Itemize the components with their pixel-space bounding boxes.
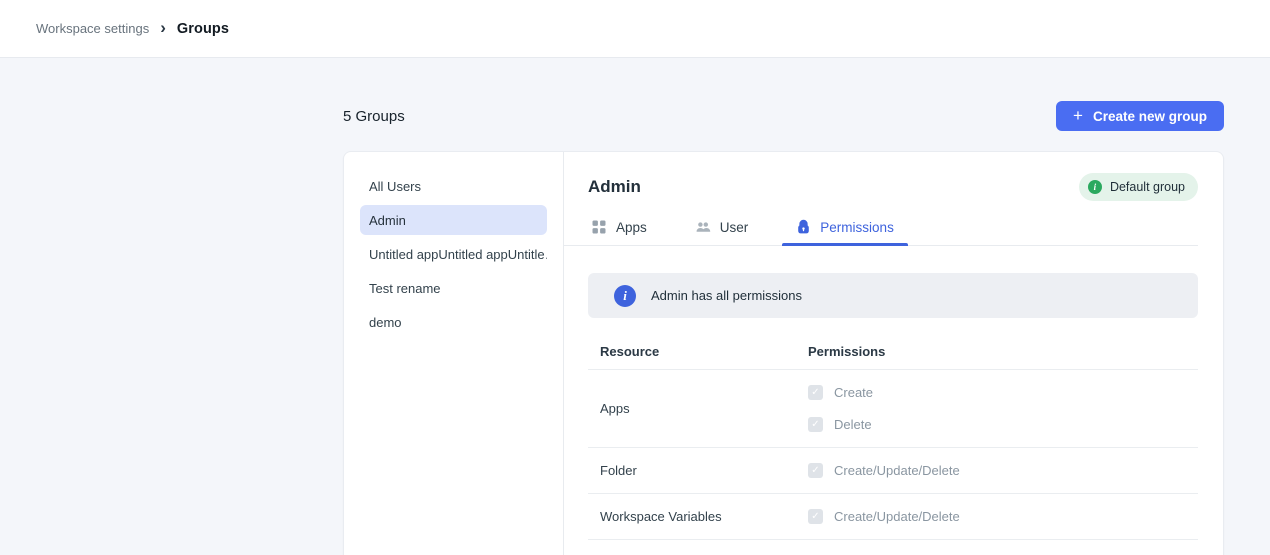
checkbox-label-folder-cud: Create/Update/Delete (834, 463, 960, 478)
groups-toolbar: 5 Groups + Create new group (343, 101, 1224, 131)
lock-icon (796, 219, 811, 235)
resource-label-workspace-variables: Workspace Variables (588, 509, 808, 524)
info-icon-blue: i (614, 285, 636, 307)
permissions-table-header: Resource Permissions (588, 318, 1198, 370)
table-row-folder: Folder ✓ Create/Update/Delete (588, 448, 1198, 494)
group-detail-header: Admin i Default group (588, 173, 1198, 201)
column-header-permissions: Permissions (808, 344, 1198, 359)
default-group-badge-label: Default group (1110, 180, 1185, 194)
chevron-right-icon: › (160, 19, 166, 36)
table-row-workspace-variables: Workspace Variables ✓ Create/Update/Dele… (588, 494, 1198, 540)
checkbox-label-create: Create (834, 385, 873, 400)
checkbox-label-delete: Delete (834, 417, 872, 432)
checkbox-workspace-variables-cud[interactable]: ✓ (808, 509, 823, 524)
group-title: Admin (588, 177, 641, 197)
default-group-badge: i Default group (1079, 173, 1198, 201)
create-new-group-label: Create new group (1093, 109, 1207, 124)
groups-card: All Users Admin Untitled appUntitled app… (343, 151, 1224, 555)
plus-icon: + (1073, 107, 1083, 124)
table-row-apps: Apps ✓ Create ✓ Delete (588, 370, 1198, 448)
groups-count-label: 5 Groups (343, 108, 405, 125)
permissions-table: Resource Permissions Apps ✓ Create ✓ Del… (588, 318, 1198, 540)
create-new-group-button[interactable]: + Create new group (1056, 101, 1224, 131)
breadcrumb-workspace-settings[interactable]: Workspace settings (36, 21, 149, 36)
checkbox-label-workspace-variables-cud: Create/Update/Delete (834, 509, 960, 524)
banner-text: Admin has all permissions (651, 288, 802, 303)
apps-grid-icon (591, 219, 607, 235)
group-tabs: Apps User Permissions (564, 215, 1198, 246)
resource-label-folder: Folder (588, 463, 808, 478)
info-icon-green: i (1088, 180, 1102, 194)
workspace-variables-cud-permission: ✓ Create/Update/Delete (808, 509, 1198, 524)
checkbox-folder-cud[interactable]: ✓ (808, 463, 823, 478)
tab-user[interactable]: User (681, 215, 763, 245)
group-list-sidebar: All Users Admin Untitled appUntitled app… (344, 152, 564, 555)
folder-cud-permission: ✓ Create/Update/Delete (808, 463, 1198, 478)
sidebar-item-test-rename[interactable]: Test rename (360, 273, 547, 303)
tab-apps-label: Apps (616, 220, 647, 235)
apps-delete-permission: ✓ Delete (808, 417, 1198, 432)
tab-apps[interactable]: Apps (588, 215, 661, 245)
admin-permissions-banner: i Admin has all permissions (588, 273, 1198, 318)
column-header-resource: Resource (588, 344, 808, 359)
sidebar-item-all-users[interactable]: All Users (360, 171, 547, 201)
apps-create-permission: ✓ Create (808, 385, 1198, 400)
breadcrumb-current-groups: Groups (177, 21, 229, 37)
top-bar: Workspace settings › Groups (0, 0, 1270, 58)
sidebar-item-admin[interactable]: Admin (360, 205, 547, 235)
resource-label-apps: Apps (588, 401, 808, 416)
checkbox-apps-delete[interactable]: ✓ (808, 417, 823, 432)
tab-permissions[interactable]: Permissions (782, 215, 908, 245)
tab-permissions-label: Permissions (820, 220, 894, 235)
checkbox-apps-create[interactable]: ✓ (808, 385, 823, 400)
users-icon (695, 219, 711, 235)
tab-user-label: User (720, 220, 749, 235)
sidebar-item-untitled-app[interactable]: Untitled appUntitled appUntitle… (360, 239, 547, 269)
apps-permission-checks: ✓ Create ✓ Delete (808, 370, 1198, 447)
workspace-variables-permission-checks: ✓ Create/Update/Delete (808, 494, 1198, 539)
folder-permission-checks: ✓ Create/Update/Delete (808, 448, 1198, 493)
sidebar-item-demo[interactable]: demo (360, 307, 547, 337)
group-detail-panel: Admin i Default group Apps (564, 152, 1223, 555)
